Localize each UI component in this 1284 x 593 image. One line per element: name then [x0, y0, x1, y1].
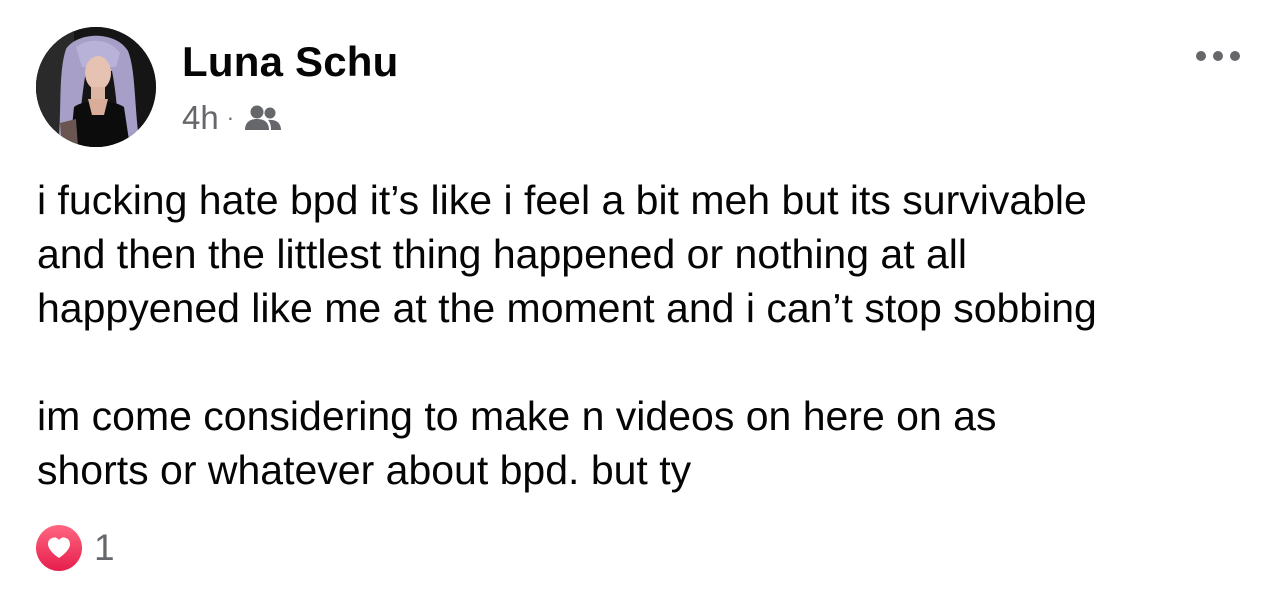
post-text: i fucking hate bpd it’s like i feel a bi…	[37, 173, 1267, 497]
post-text-line: and then the littlest thing happened or …	[37, 231, 968, 277]
post-text-line: im come considering to make n videos on …	[37, 393, 997, 439]
more-horizontal-icon	[1196, 51, 1206, 61]
meta-separator: ·	[226, 105, 235, 130]
love-reaction-icon	[36, 525, 82, 571]
author-name-link[interactable]: Luna Schu	[182, 38, 398, 86]
reaction-count: 1	[94, 527, 115, 568]
reactions-summary[interactable]: 1	[36, 524, 115, 572]
author-avatar[interactable]	[36, 27, 156, 147]
post-card: Luna Schu 4h · i fucking hate bpd it’s l…	[0, 0, 1284, 593]
more-options-button[interactable]	[1188, 38, 1248, 74]
paragraph-break	[37, 335, 1267, 389]
post-text-line: happyened like me at the moment and i ca…	[37, 285, 1097, 331]
post-timestamp[interactable]: 4h	[182, 99, 219, 137]
more-dot	[1213, 51, 1223, 61]
post-text-line: i fucking hate bpd it’s like i feel a bi…	[37, 177, 1087, 223]
post-meta: 4h ·	[182, 98, 282, 138]
friends-icon[interactable]	[244, 103, 282, 133]
avatar-image	[36, 27, 156, 147]
more-dot	[1230, 51, 1240, 61]
post-text-line: shorts or whatever about bpd. but ty	[37, 447, 692, 493]
